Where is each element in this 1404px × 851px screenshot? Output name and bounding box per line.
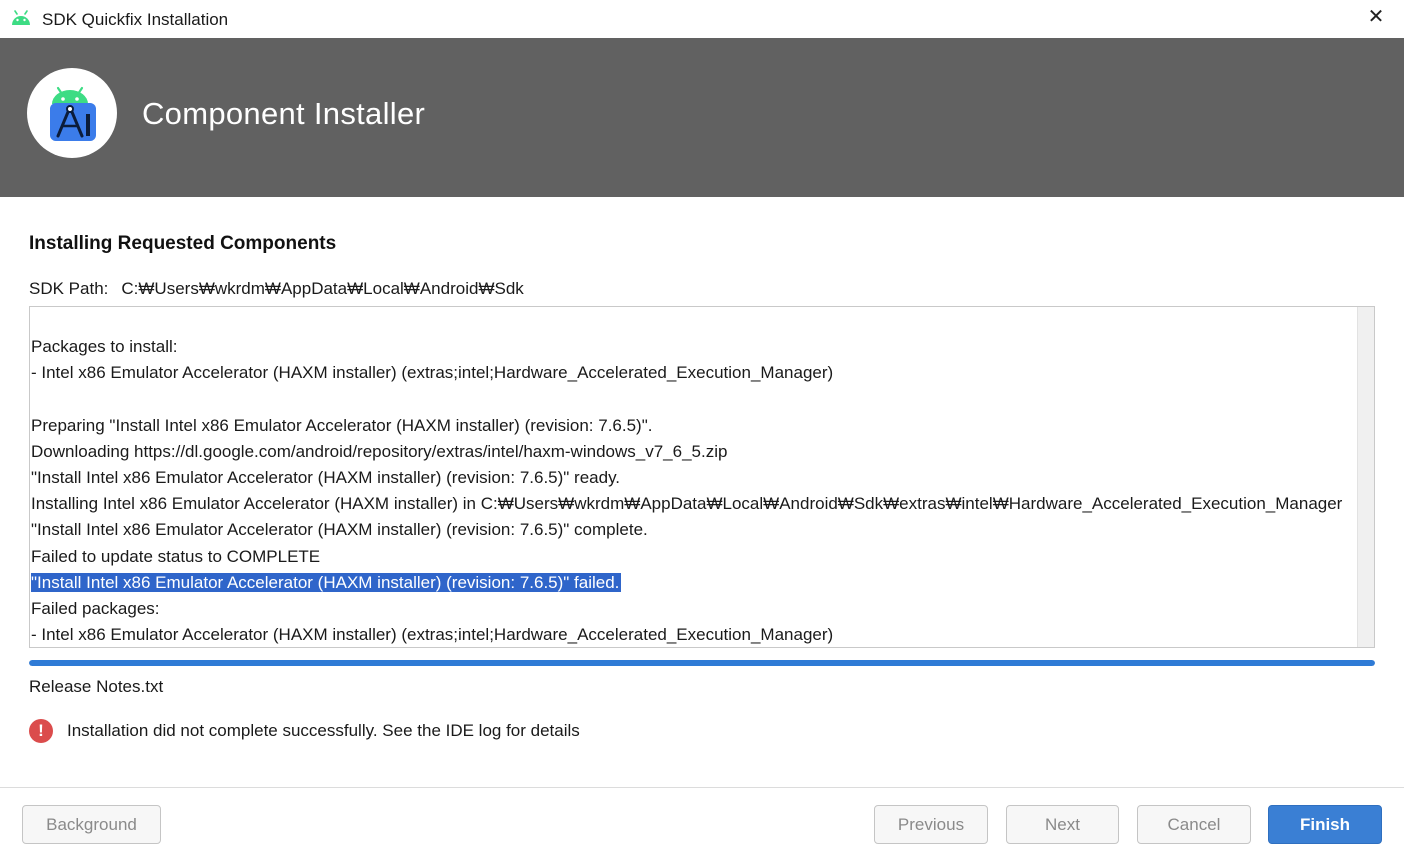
cancel-button[interactable]: Cancel [1137,805,1251,844]
install-log-textarea[interactable]: Packages to install: - Intel x86 Emulator… [29,306,1375,648]
log-lines: Packages to install: - Intel x86 Emulator… [30,334,1358,647]
log-line: "Install Intel x86 Emulator Accelerator … [30,570,1358,596]
log-scrollbar[interactable] [1357,307,1374,647]
log-line: - Intel x86 Emulator Accelerator (HAXM i… [31,363,834,383]
finish-button[interactable]: Finish [1268,805,1382,844]
progress-fill [29,660,1375,666]
log-line: "Install Intel x86 Emulator Accelerator … [31,520,648,540]
selected-log-text: "Install Intel x86 Emulator Accelerator … [31,572,622,592]
error-message: Installation did not complete successful… [67,721,580,740]
log-line: - Intel x86 Emulator Accelerator (HAXM i… [31,625,834,645]
window-titlebar: SDK Quickfix Installation ✕ [0,0,1404,38]
header-banner: Component Installer [0,38,1404,197]
log-line: Failed to update status to COMPLETE [31,546,321,566]
progress-bar [29,660,1375,666]
background-button[interactable]: Background [22,805,161,844]
next-button[interactable]: Next [1006,805,1119,844]
sdk-path-label: SDK Path: [29,279,109,298]
release-notes-link[interactable]: Release Notes.txt [29,677,163,697]
sdk-path: SDK Path: C:₩Users₩wkrdm₩AppData₩Local₩An… [29,279,524,299]
sdk-path-value: C:₩Users₩wkrdm₩AppData₩Local₩Android₩Sdk [121,279,524,298]
error-icon: ! [29,719,53,743]
log-line: Downloading https://dl.google.com/androi… [31,441,728,461]
section-title: Installing Requested Components [29,233,337,254]
log-line: Preparing "Install Intel x86 Emulator Ac… [31,415,653,435]
log-line: Failed packages: [31,598,160,618]
android-studio-logo [27,68,117,158]
footer-divider [0,787,1404,788]
close-icon[interactable]: ✕ [1364,5,1388,29]
window-title: SDK Quickfix Installation [42,10,229,29]
log-line: Packages to install: [31,337,178,356]
banner-title: Component Installer [142,96,426,131]
android-icon [10,10,32,26]
previous-button[interactable]: Previous [874,805,988,844]
log-line: Installing Intel x86 Emulator Accelerato… [31,494,1343,514]
log-line: "Install Intel x86 Emulator Accelerator … [31,467,621,487]
